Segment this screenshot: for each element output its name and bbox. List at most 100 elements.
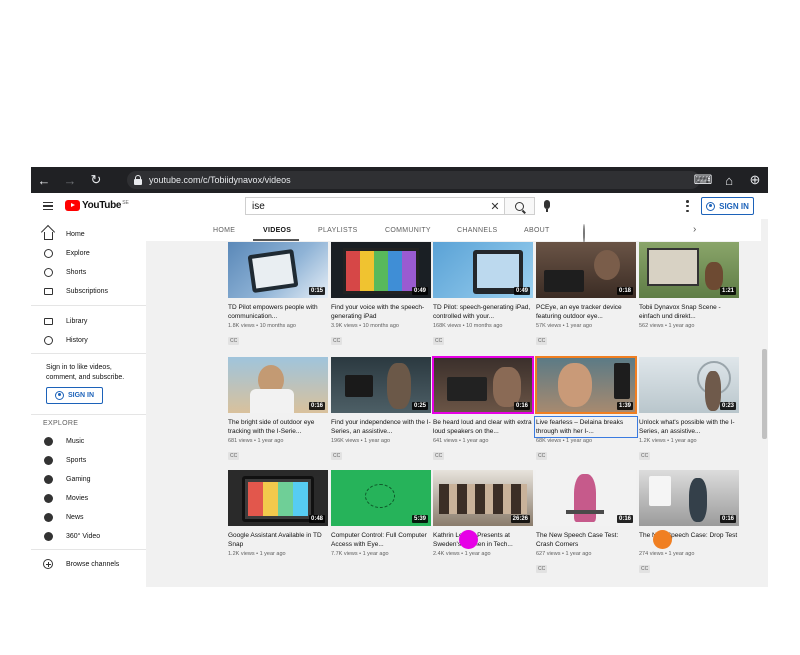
video-card[interactable]: 0:16 The New Speech Case Test: Crash Cor… — [536, 470, 636, 575]
video-title[interactable]: TD Pilot: speech-generating iPad, contro… — [433, 303, 533, 321]
tab-videos[interactable]: VIDEOS — [263, 219, 291, 241]
menu-icon[interactable] — [43, 202, 53, 210]
sidebar-item-shorts[interactable]: Shorts — [31, 263, 146, 281]
video-title[interactable]: Unlock what's possible with the I-Series… — [639, 418, 739, 436]
video-title[interactable]: TD Pilot empowers people with communicat… — [228, 303, 328, 321]
video-title[interactable]: Kathrin Lemler Presents at Sweden's Wome… — [433, 531, 533, 549]
sidebar-item-label: Shorts — [66, 268, 87, 276]
video-duration: 0:49 — [411, 287, 428, 295]
video-thumbnail[interactable]: 1:21 — [639, 242, 739, 298]
video-card[interactable]: 0:25 Find your independence with the I-S… — [331, 357, 431, 462]
video-thumbnail[interactable]: 0:16 — [536, 470, 636, 526]
sidebar-item-label: News — [66, 513, 84, 521]
tab-playlists[interactable]: PLAYLISTS — [318, 219, 358, 241]
video-thumbnail-highlighted[interactable]: 1:39 — [535, 356, 637, 414]
video-title[interactable]: Computer Control: Full Computer Access w… — [331, 531, 431, 549]
video-thumbnail[interactable]: 0:15 — [228, 242, 328, 298]
sidebar-item-home[interactable]: Home — [31, 225, 146, 243]
search-input[interactable] — [246, 198, 486, 214]
sidebar-item-subscriptions[interactable]: Subscriptions — [31, 282, 146, 300]
page-scrollbar[interactable] — [761, 219, 768, 587]
video-card[interactable]: 0:48 Google Assistant Available in TD Sn… — [228, 470, 328, 557]
video-meta: 3.9K views • 10 months ago — [331, 323, 399, 329]
reload-icon[interactable]: ↻ — [83, 167, 109, 193]
sidebar-item-sports[interactable]: Sports — [31, 451, 146, 469]
address-bar[interactable]: youtube.com/c/Tobiidynavox/videos — [127, 171, 700, 189]
video-title[interactable]: Google Assistant Available in TD Snap — [228, 531, 328, 549]
more-options-icon[interactable] — [686, 200, 689, 212]
sidebar-item-explore[interactable]: Explore — [31, 244, 146, 262]
video-card[interactable]: 0:23 Unlock what's possible with the I-S… — [639, 357, 739, 462]
sidebar-item-label: Movies — [66, 494, 89, 502]
search-icon — [515, 201, 524, 211]
video-meta: 7.7K views • 1 year ago — [331, 551, 389, 557]
video-card[interactable]: 0:16 The New Speech Case: Drop Test 274 … — [639, 470, 739, 575]
video-thumbnail[interactable]: 0:23 — [639, 357, 739, 413]
video-card[interactable]: 0:49 TD Pilot: speech-generating iPad, c… — [433, 242, 533, 347]
channel-search-icon[interactable] — [583, 224, 585, 243]
sidebar-item-news[interactable]: News — [31, 508, 146, 526]
video-duration: 5:39 — [411, 515, 428, 523]
video-title[interactable]: The New Speech Case Test: Crash Corners — [536, 531, 636, 549]
search-box: ✕ — [245, 197, 535, 215]
video-thumbnail[interactable]: 0:25 — [331, 357, 431, 413]
video-title[interactable]: Find your independence with the I-Series… — [331, 418, 431, 436]
video-thumbnail[interactable]: 0:49 — [433, 242, 533, 298]
sidebar-item-gaming[interactable]: Gaming — [31, 470, 146, 488]
video-thumbnail[interactable]: 0:16 — [228, 357, 328, 413]
video-card[interactable]: 0:16 Be heard loud and clear with extra … — [432, 356, 534, 462]
video-meta: 274 views • 1 year ago — [639, 551, 695, 557]
microphone-icon[interactable] — [544, 200, 550, 212]
sidebar-item-label: Explore — [66, 249, 90, 257]
sidebar-item-music[interactable]: Music — [31, 432, 146, 450]
back-arrow-icon[interactable]: ← — [31, 167, 57, 193]
video-card[interactable]: 26:26 Kathrin Lemler Presents at Sweden'… — [433, 470, 533, 557]
video-card[interactable]: 5:39 Computer Control: Full Computer Acc… — [331, 470, 431, 557]
sidebar-item-movies[interactable]: Movies — [31, 489, 146, 507]
zoom-icon[interactable]: ⊕ — [742, 167, 768, 193]
video-meta: 1.2K views • 1 year ago — [639, 438, 697, 444]
search-button[interactable] — [504, 198, 534, 214]
video-thumbnail[interactable]: 0:49 — [331, 242, 431, 298]
keyboard-icon[interactable]: ⌨ — [690, 167, 716, 193]
video-title[interactable]: Tobii Dynavox Snap Scene - einfach und d… — [639, 303, 739, 321]
sidebar-item-library[interactable]: Library — [31, 312, 146, 330]
forward-arrow-icon[interactable]: → — [57, 167, 83, 193]
video-title[interactable]: PCEye, an eye tracker device featuring o… — [536, 303, 636, 321]
video-title[interactable]: Find your voice with the speech-generati… — [331, 303, 431, 321]
video-card[interactable]: 0:15 TD Pilot empowers people with commu… — [228, 242, 328, 347]
video-thumbnail[interactable]: 26:26 — [433, 470, 533, 526]
video-title[interactable]: The bright side of outdoor eye tracking … — [228, 418, 328, 436]
video-card[interactable]: 1:39 Live fearless – Delaina breaks thro… — [534, 356, 638, 462]
video-thumbnail[interactable]: 5:39 — [331, 470, 431, 526]
sidebar-item-browse-channels[interactable]: Browse channels — [31, 555, 146, 573]
chevron-right-icon[interactable]: › — [693, 224, 696, 235]
sign-in-button[interactable]: SIGN IN — [701, 197, 754, 215]
sidebar-sign-in-button[interactable]: SIGN IN — [46, 387, 103, 404]
video-card[interactable]: 0:49 Find your voice with the speech-gen… — [331, 242, 431, 347]
video-thumbnail[interactable]: 0:18 — [536, 242, 636, 298]
video-thumbnail[interactable]: 0:16 — [639, 470, 739, 526]
sidebar-divider — [31, 305, 146, 306]
video-thumbnail-highlighted[interactable]: 0:16 — [432, 356, 534, 414]
tab-home[interactable]: HOME — [213, 219, 235, 241]
video-title-selected[interactable]: Live fearless – Delaina breaks through w… — [534, 416, 638, 438]
sidebar-item-history[interactable]: History — [31, 331, 146, 349]
video-card[interactable]: 0:18 PCEye, an eye tracker device featur… — [536, 242, 636, 347]
clear-search-icon[interactable]: ✕ — [486, 198, 504, 214]
tab-channels[interactable]: CHANNELS — [457, 219, 498, 241]
home-browser-icon[interactable]: ⌂ — [716, 167, 742, 193]
scrollbar-thumb[interactable] — [762, 349, 767, 439]
tab-community[interactable]: COMMUNITY — [385, 219, 431, 241]
sidebar-item-label: Subscriptions — [66, 287, 109, 295]
youtube-logo[interactable]: YouTube SE — [65, 200, 129, 211]
youtube-play-icon — [65, 200, 80, 211]
sidebar-item-label: Music — [66, 437, 85, 445]
tab-about[interactable]: ABOUT — [524, 219, 550, 241]
video-card[interactable]: 0:16 The bright side of outdoor eye trac… — [228, 357, 328, 462]
video-card[interactable]: 1:21 Tobii Dynavox Snap Scene - einfach … — [639, 242, 739, 329]
sidebar-item-360-video[interactable]: 360° Video — [31, 527, 146, 545]
video-duration: 0:15 — [308, 287, 325, 295]
video-thumbnail[interactable]: 0:48 — [228, 470, 328, 526]
video-title[interactable]: Be heard loud and clear with extra loud … — [433, 418, 533, 436]
